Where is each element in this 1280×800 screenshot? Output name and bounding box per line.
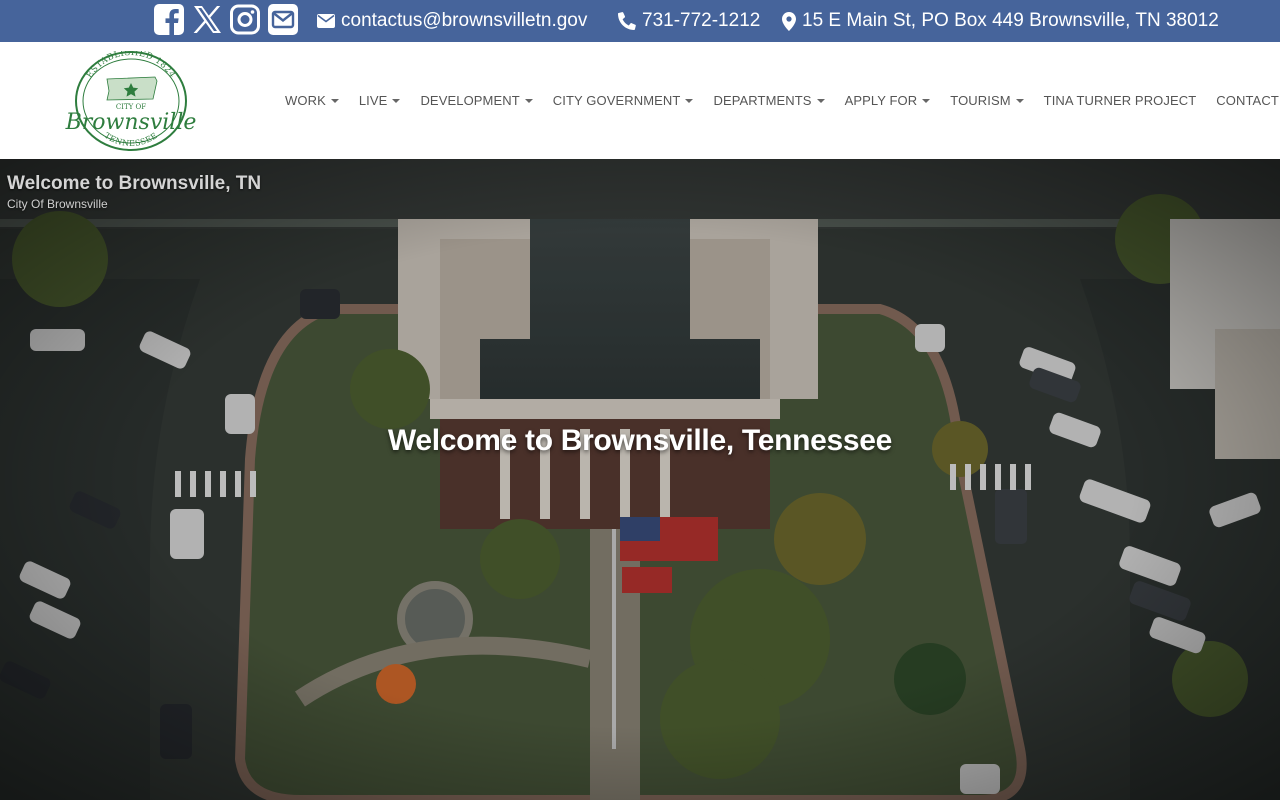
contact-address[interactable]: 15 E Main St, PO Box 449 Brownsville, TN… — [782, 0, 1219, 42]
nav-label: CITY GOVERNMENT — [552, 93, 681, 108]
phone-icon — [618, 12, 636, 30]
nav-label: WORK — [285, 93, 326, 108]
hero-caption: Welcome to Brownsville, TN City Of Brown… — [7, 173, 261, 211]
nav-development[interactable]: DEVELOPMENT — [410, 81, 542, 121]
main-nav: WORK LIVE DEVELOPMENT CITY GOVERNMENT DE… — [275, 42, 1280, 159]
nav-city-government[interactable]: CITY GOVERNMENT — [543, 81, 704, 121]
nav-label: TINA TURNER PROJECT — [1043, 93, 1197, 108]
site-header: ESTABLISHED 1824 CITY OF Brownsville TEN… — [0, 42, 1280, 159]
x-twitter-icon[interactable] — [191, 3, 223, 36]
nav-label: DEPARTMENTS — [713, 93, 812, 108]
nav-label: CONTACT — [1216, 93, 1279, 108]
nav-live[interactable]: LIVE — [349, 81, 411, 121]
hero-headline: Welcome to Brownsville, Tennessee — [387, 424, 893, 457]
nav-label: APPLY FOR — [844, 93, 918, 108]
caret-down-icon — [392, 98, 401, 103]
map-marker-icon — [782, 11, 796, 31]
facebook-icon[interactable] — [153, 3, 185, 36]
nav-contact[interactable]: CONTACT — [1206, 81, 1280, 121]
caret-down-icon — [330, 98, 339, 103]
nav-tourism[interactable]: TOURISM — [940, 81, 1033, 121]
contact-phone[interactable]: 731-772-1212 — [618, 0, 760, 42]
nav-work[interactable]: WORK — [275, 81, 349, 121]
address-text: 15 E Main St, PO Box 449 Brownsville, TN… — [802, 10, 1219, 31]
phone-text: 731-772-1212 — [642, 10, 761, 31]
logo-name: Brownsville — [65, 110, 197, 135]
hero-banner: Welcome to Brownsville, TN City Of Brown… — [0, 159, 1280, 800]
caret-down-icon — [816, 98, 825, 103]
caret-down-icon — [922, 98, 931, 103]
city-logo[interactable]: ESTABLISHED 1824 CITY OF Brownsville TEN… — [63, 51, 199, 153]
envelope-icon[interactable] — [267, 3, 299, 36]
nav-departments[interactable]: DEPARTMENTS — [703, 81, 834, 121]
top-info-bar: contactus@brownsvilletn.gov 731-772-1212… — [0, 0, 1280, 42]
caret-down-icon — [685, 98, 694, 103]
nav-label: LIVE — [358, 93, 388, 108]
nav-tina-turner-project[interactable]: TINA TURNER PROJECT — [1034, 81, 1207, 121]
hero-caption-title: Welcome to Brownsville, TN — [7, 173, 262, 194]
nav-label: TOURISM — [950, 93, 1011, 108]
caret-down-icon — [524, 98, 533, 103]
contact-email[interactable]: contactus@brownsvilletn.gov — [317, 0, 587, 42]
instagram-icon[interactable] — [229, 3, 261, 36]
hero-caption-subtitle: City Of Brownsville — [7, 197, 108, 211]
aerial-courthouse-image — [0, 159, 1280, 800]
envelope-icon — [317, 14, 335, 28]
email-text: contactus@brownsvilletn.gov — [341, 10, 588, 31]
caret-down-icon — [1015, 98, 1024, 103]
nav-apply-for[interactable]: APPLY FOR — [835, 81, 941, 121]
social-links — [153, 3, 299, 36]
nav-label: DEVELOPMENT — [420, 93, 520, 108]
